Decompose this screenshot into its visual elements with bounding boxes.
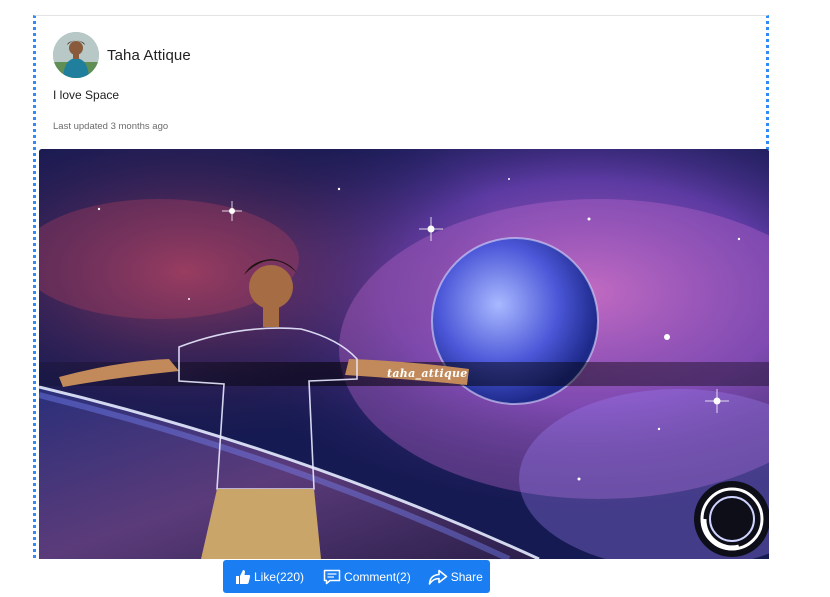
post-action-bar: Like(220) Comment(2) Share (223, 560, 490, 593)
avatar[interactable] (53, 32, 99, 78)
like-label: Like(220) (254, 569, 305, 584)
author-name[interactable]: Taha Attique (107, 47, 191, 64)
image-watermark: taha_attique (387, 367, 468, 380)
space-scene-image (39, 149, 769, 559)
share-button[interactable]: Share (428, 569, 483, 585)
person-avatar-icon (53, 32, 99, 78)
post-card: Taha Attique I love Space Last updated 3… (33, 15, 769, 559)
like-button[interactable]: Like(220) (235, 569, 304, 585)
comment-icon (323, 569, 341, 584)
post-text: I love Space (53, 88, 120, 102)
post-timestamp: Last updated 3 months ago (53, 121, 169, 132)
share-arrow-icon (428, 569, 448, 585)
thumbs-up-icon (236, 569, 251, 584)
post-image[interactable]: taha_attique (39, 149, 769, 559)
share-label: Share (450, 569, 483, 584)
comment-label: Comment(2) (344, 569, 411, 584)
post-author-row: Taha Attique (53, 32, 191, 78)
comment-button[interactable]: Comment(2) (323, 569, 411, 585)
